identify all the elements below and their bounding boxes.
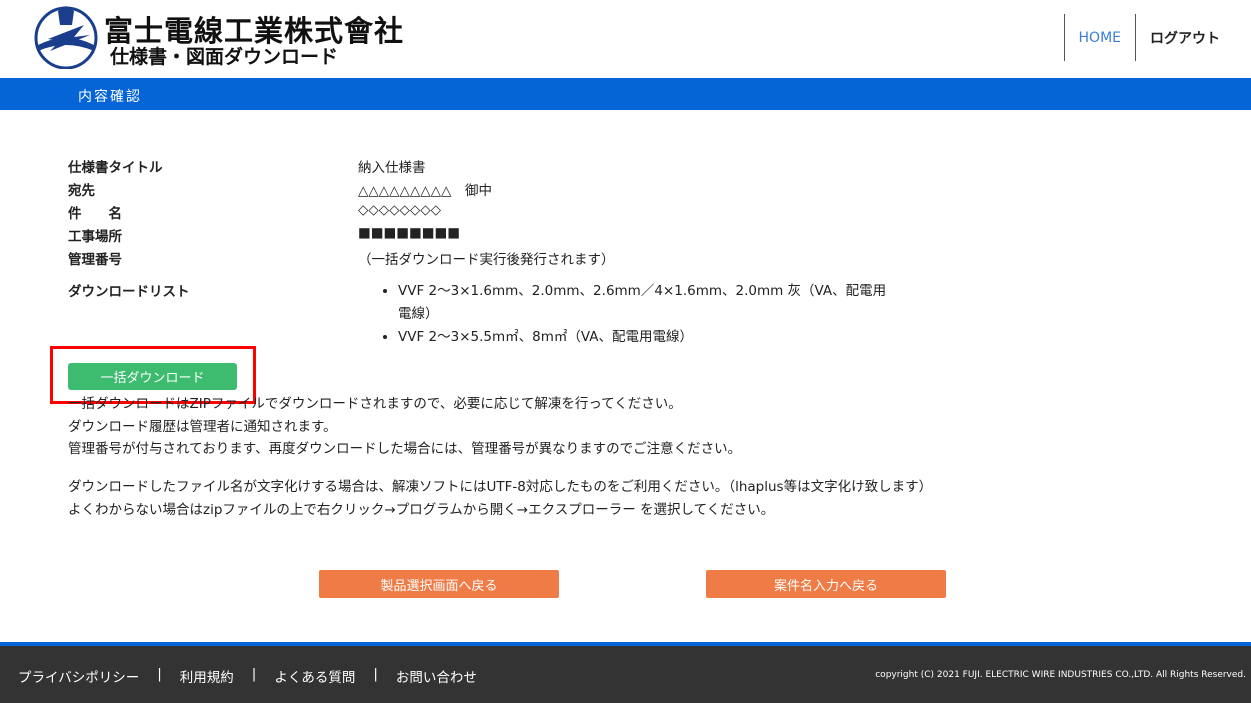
footer-links: プライバシポリシー | 利用規約 | よくある質問 | お問い合わせ xyxy=(18,666,477,686)
page-title-bar: 内容確認 xyxy=(0,78,1251,110)
footer-link-faq[interactable]: よくある質問 xyxy=(274,666,355,686)
spec-title-value: 納入仕様書 xyxy=(358,160,426,176)
nav-logout-link[interactable]: ログアウト xyxy=(1135,14,1251,61)
spec-details: 仕様書タイトル 納入仕様書 宛先 △△△△△△△△△ 御中 件 名 ◇◇◇◇◇◇… xyxy=(68,156,968,345)
recipient-value: △△△△△△△△△ 御中 xyxy=(358,183,492,199)
header: 富士電線工業株式會社 仕様書・図面ダウンロード HOME ログアウト xyxy=(0,0,1251,78)
note-line: ダウンロードしたファイル名が文字化けする場合は、解凍ソフトにはUTF-8対応した… xyxy=(68,479,933,495)
note-line: 一括ダウンロードはZIPファイルでダウンロードされますので、必要に応じて解凍を行… xyxy=(68,396,682,412)
spec-title-label: 仕様書タイトル xyxy=(68,160,163,176)
footer-link-contact[interactable]: お問い合わせ xyxy=(396,666,477,686)
subject-label: 件 名 xyxy=(68,206,122,222)
subject-value: ◇◇◇◇◇◇◇◇ xyxy=(358,202,442,218)
footer-separator: | xyxy=(251,666,257,682)
main-nav: HOME ログアウト xyxy=(1063,14,1251,61)
site-value: ■■■■■■■■ xyxy=(358,225,461,241)
download-list-label: ダウンロードリスト xyxy=(68,284,190,300)
detail-row-recipient: 宛先 △△△△△△△△△ 御中 xyxy=(68,179,968,202)
back-to-product-button[interactable]: 製品選択画面へ戻る xyxy=(319,570,559,598)
footer-link-privacy[interactable]: プライバシポリシー xyxy=(18,666,139,686)
footer-link-terms[interactable]: 利用規約 xyxy=(180,666,234,686)
site-subtitle: 仕様書・図面ダウンロード xyxy=(110,46,339,68)
footer-separator: | xyxy=(373,666,378,682)
nav-home-link[interactable]: HOME xyxy=(1063,14,1135,61)
footer: プライバシポリシー | 利用規約 | よくある質問 | お問い合わせ copyr… xyxy=(0,646,1251,703)
detail-row-spec-title: 仕様書タイトル 納入仕様書 xyxy=(68,156,968,179)
note-line: ダウンロード履歴は管理者に通知されます。 xyxy=(68,418,337,435)
detail-row-subject: 件 名 ◇◇◇◇◇◇◇◇ xyxy=(68,202,968,225)
detail-row-site: 工事場所 ■■■■■■■■ xyxy=(68,225,968,248)
encoding-notes: ダウンロードしたファイル名が文字化けする場合は、解凍ソフトにはUTF-8対応した… xyxy=(68,476,932,521)
note-line: よくわからない場合はzipファイルの上で右クリック→プログラムから開く→エクスプ… xyxy=(68,501,775,518)
footer-separator: | xyxy=(157,666,162,682)
download-notes: 一括ダウンロードはZIPファイルでダウンロードされますので、必要に応じて解凍を行… xyxy=(68,393,741,461)
download-list: VVF 2～3×1.6mm、2.0mm、2.6mm／4×1.6mm、2.0mm … xyxy=(358,280,898,350)
management-number-value: （一括ダウンロード実行後発行されます） xyxy=(358,252,615,268)
management-number-label: 管理番号 xyxy=(68,252,122,268)
list-item: VVF 2～3×5.5m㎡、8m㎡（VA、配電用電線） xyxy=(398,326,898,349)
site-label: 工事場所 xyxy=(68,229,122,245)
company-logo-icon xyxy=(34,6,98,69)
list-item: VVF 2～3×1.6mm、2.0mm、2.6mm／4×1.6mm、2.0mm … xyxy=(398,280,898,325)
copyright-text: copyright (C) 2021 FUJI. ELECTRIC WIRE I… xyxy=(875,670,1246,680)
bulk-download-button[interactable]: 一括ダウンロード xyxy=(68,363,237,390)
recipient-label: 宛先 xyxy=(68,183,95,199)
back-to-project-button[interactable]: 案件名入力へ戻る xyxy=(706,570,946,598)
detail-row-management-number: 管理番号 （一括ダウンロード実行後発行されます） xyxy=(68,248,968,271)
note-line: 管理番号が付与されております、再度ダウンロードした場合には、管理番号が異なります… xyxy=(68,441,742,457)
page-title: 内容確認 xyxy=(78,89,142,105)
